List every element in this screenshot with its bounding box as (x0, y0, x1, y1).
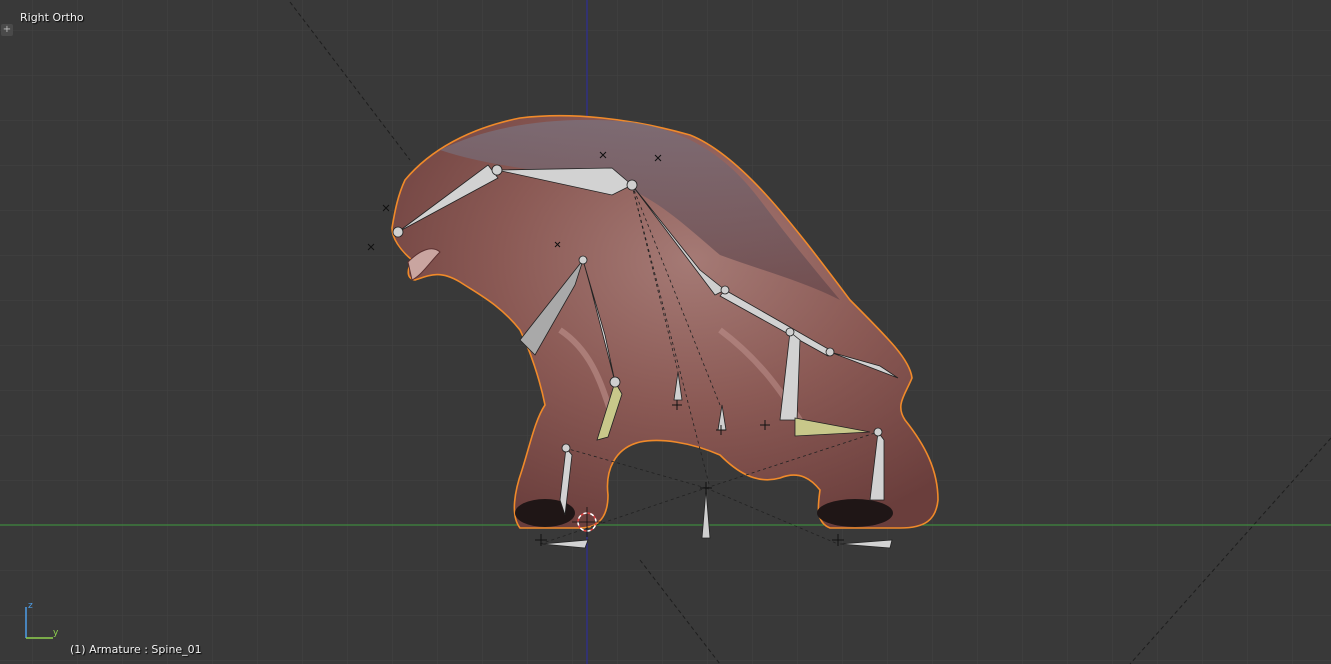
axis-gizmo: z y (20, 600, 70, 644)
toolshelf-toggle-button[interactable]: + (1, 24, 13, 36)
viewport-scene[interactable] (0, 0, 1331, 664)
3d-viewport[interactable]: Right Ortho + z y (1) Armature : Spine_0… (0, 0, 1331, 664)
active-object-status: (1) Armature : Spine_01 (70, 643, 202, 656)
rear-foot (817, 499, 893, 527)
gizmo-y-label: y (53, 628, 59, 638)
view-name-label: Right Ortho (20, 11, 84, 24)
gizmo-z-label: z (28, 601, 33, 611)
